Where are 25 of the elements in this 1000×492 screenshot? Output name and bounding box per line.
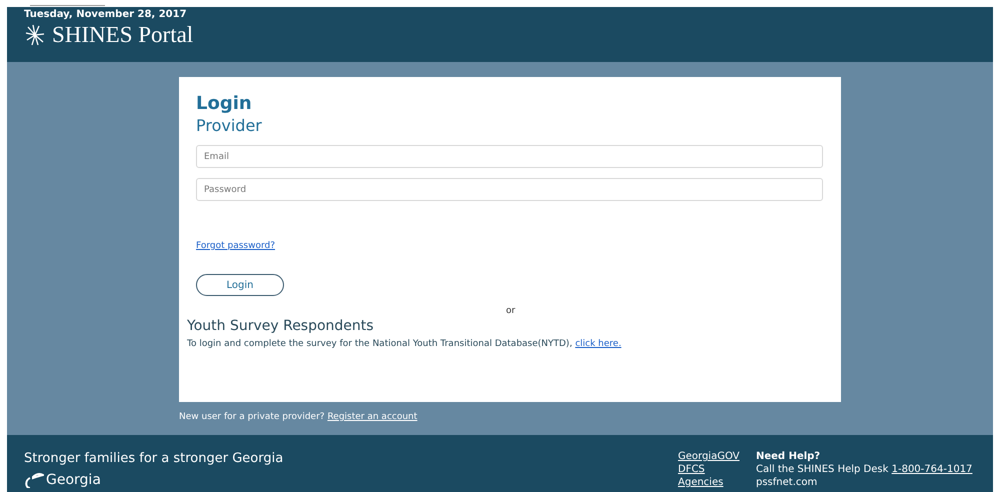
header-date: Tuesday, November 28, 2017 xyxy=(24,9,188,20)
phone-link[interactable]: 1-800-764-1017 xyxy=(892,464,972,475)
register-link[interactable]: Register an account xyxy=(327,412,418,422)
or-separator: or xyxy=(506,306,516,316)
forgot-password-link[interactable]: Forgot password? xyxy=(196,241,276,251)
input-field[interactable]: Email xyxy=(196,145,823,168)
help-heading: Need Help? xyxy=(756,451,822,462)
register-text: New user for a private provider? Register an account xyxy=(179,412,418,422)
footer-link[interactable]: DFCS xyxy=(678,464,756,475)
provider-subheading: Provider xyxy=(196,116,263,135)
input-field[interactable]: Password xyxy=(196,178,823,201)
youth-heading: Youth Survey Respondents xyxy=(187,318,375,334)
help-text: Call the SHINES Help Desk 1-800-764-1017 xyxy=(756,464,974,475)
footer-link[interactable]: Agencies xyxy=(678,477,756,488)
youth-text: To login and complete the survey for the National Youth Transitional Database(NYTD), click here. xyxy=(187,339,622,349)
peach-logo-icon xyxy=(24,472,44,488)
sparkle-logo-icon xyxy=(24,24,46,46)
footer-tagline: Stronger families for a stronger Georgia xyxy=(24,451,284,466)
footer-link[interactable]: GeorgiaGOV xyxy=(678,451,756,462)
georgia-logo-text: Georgia xyxy=(46,472,101,488)
click-here-link[interactable]: click here. xyxy=(575,339,622,349)
login-button[interactable]: Login xyxy=(196,274,284,296)
portal-title: SHINES Portal xyxy=(52,22,194,48)
login-heading: Login xyxy=(196,93,253,114)
help-site: pssfnet.com xyxy=(756,477,818,488)
